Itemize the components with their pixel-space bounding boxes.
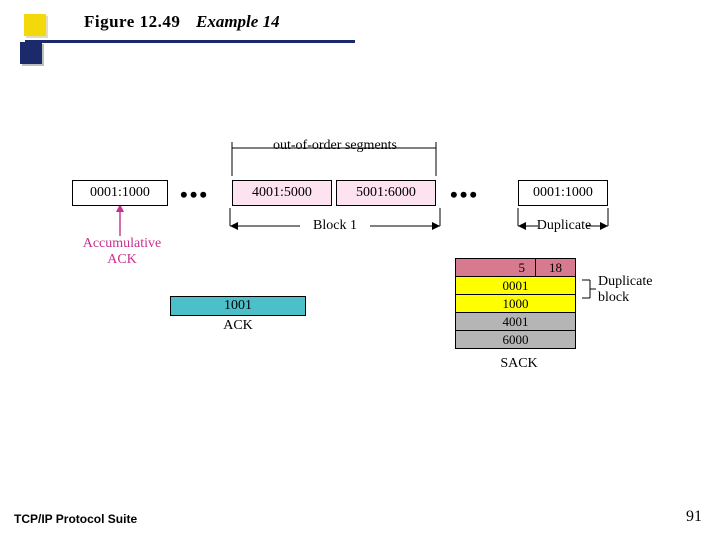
accumulative-ack-label-1: Accumulative: [74, 236, 170, 252]
sack-row-2: 4001: [456, 313, 576, 331]
yellow-square: [24, 14, 46, 36]
title-underline: [25, 40, 355, 43]
segment-duplicate-0001-1000: 0001:1000: [518, 180, 608, 206]
sack-header-right: 18: [536, 259, 576, 277]
sack-row-0: 0001: [456, 277, 576, 295]
ack-label: ACK: [218, 318, 258, 334]
diagram: out-of-order segments 0001:1000 ••• 4001…: [0, 140, 720, 440]
block1-label: Block 1: [304, 218, 366, 234]
segment-0001-1000: 0001:1000: [72, 180, 168, 206]
ellipsis-1: •••: [180, 182, 209, 208]
out-of-order-label: out-of-order segments: [270, 138, 400, 154]
duplicate-block-label-2: block: [598, 290, 668, 306]
sack-label: SACK: [494, 356, 544, 372]
duplicate-label: Duplicate: [536, 218, 592, 234]
accumulative-ack-label-2: ACK: [74, 252, 170, 268]
sack-row-3: 6000: [456, 331, 576, 349]
sack-row-1: 1000: [456, 295, 576, 313]
footer-book-title: TCP/IP Protocol Suite: [14, 512, 137, 526]
sack-table: 5 18 0001 1000 4001 6000: [455, 258, 576, 349]
ack-value-box: 1001: [170, 296, 306, 316]
duplicate-block-label-1: Duplicate: [598, 274, 668, 290]
figure-number: Figure 12.49: [84, 12, 180, 32]
figure-title: Example 14: [196, 12, 280, 32]
segment-5001-6000: 5001:6000: [336, 180, 436, 206]
navy-square: [20, 42, 42, 64]
footer-page-number: 91: [686, 508, 702, 526]
segment-4001-5000: 4001:5000: [232, 180, 332, 206]
sack-header-left: 5: [456, 259, 536, 277]
ellipsis-2: •••: [450, 182, 479, 208]
